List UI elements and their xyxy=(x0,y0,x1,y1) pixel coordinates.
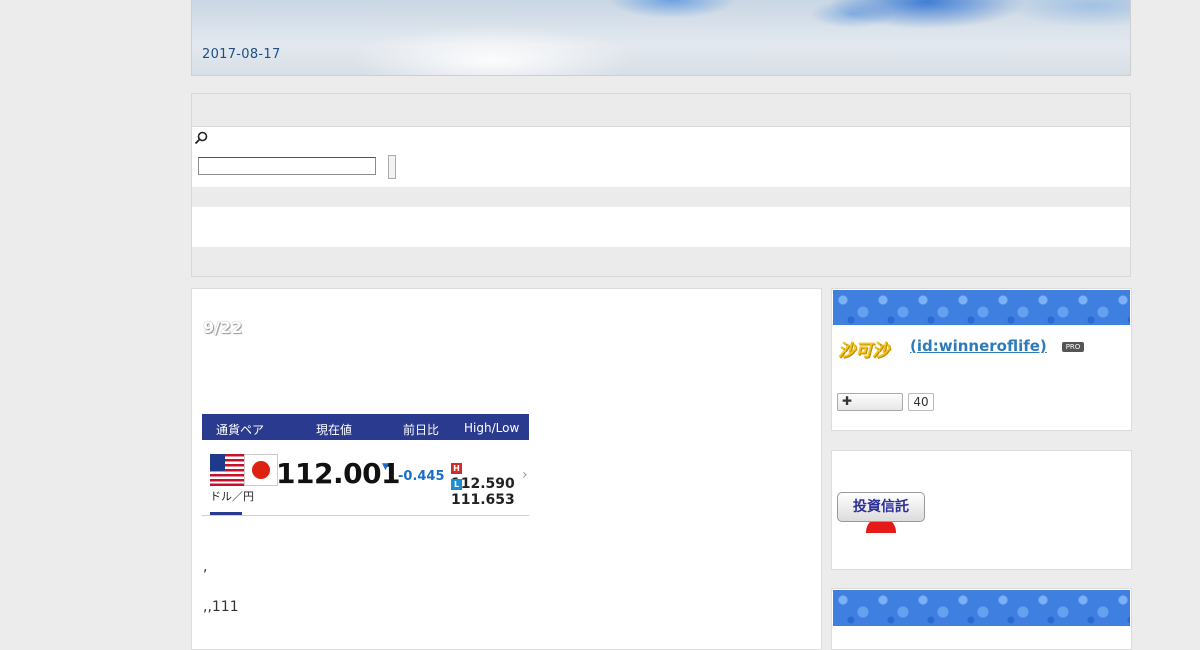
header-divider-band xyxy=(191,93,1131,127)
section-divider-band xyxy=(191,187,1131,207)
fx-header-change: 前日比 xyxy=(403,423,440,437)
fx-pair-label: ドル／円 xyxy=(210,490,254,503)
fx-table-header: 通貨ペア 現在値 前日比 High/Low xyxy=(202,414,529,440)
search-input[interactable] xyxy=(198,157,376,175)
blog-logo-icon[interactable]: 沙可沙 xyxy=(838,336,889,361)
search-submit-button[interactable] xyxy=(388,155,396,179)
fx-low-row: L 111.653 xyxy=(451,476,529,508)
header-date[interactable]: 2017-08-17 xyxy=(202,47,281,62)
section-divider-band-lower xyxy=(191,247,1131,277)
entry-title[interactable]: 9/22 xyxy=(203,318,242,337)
profile-module-banner xyxy=(833,290,1130,325)
profile-module: 沙可沙 (id:winneroflife) PRO 40 xyxy=(831,288,1132,431)
search-icon[interactable] xyxy=(194,131,208,145)
global-nav xyxy=(191,207,1131,247)
down-arrow-icon: ▼ xyxy=(382,462,389,472)
entry-paragraph: ,,111 xyxy=(203,599,239,615)
fx-header-price: 現在値 xyxy=(316,423,353,437)
sidebar-module xyxy=(831,588,1132,650)
low-tag: L xyxy=(451,479,462,490)
profile-user-id-link[interactable]: (id:winneroflife) xyxy=(910,337,1047,355)
high-tag: H xyxy=(451,463,462,474)
us-flag-icon xyxy=(210,454,244,486)
pro-badge: PRO xyxy=(1062,342,1084,352)
search-module xyxy=(191,126,1131,188)
entry-paragraph: , xyxy=(203,559,208,575)
fx-low: 111.653 xyxy=(451,492,515,508)
sidebar-module-banner xyxy=(833,590,1130,626)
header-banner: 2017-08-17 xyxy=(191,0,1131,76)
jp-flag-icon xyxy=(244,454,278,486)
fx-rate-image: 通貨ペア 現在値 前日比 High/Low ドル／円 112.001 ▼ -0.… xyxy=(202,414,529,516)
follow-button[interactable] xyxy=(837,393,903,411)
ad-module: 投資信託 xyxy=(831,450,1132,570)
fx-header-highlow: High/Low xyxy=(464,421,520,435)
chevron-right-icon: › xyxy=(522,467,528,483)
follower-count[interactable]: 40 xyxy=(908,393,934,411)
fx-header-pair: 通貨ペア xyxy=(216,423,265,437)
investment-trust-banner-button[interactable]: 投資信託 xyxy=(837,492,925,522)
fx-change: -0.445 xyxy=(398,469,445,484)
article-entry: 9/22 通貨ペア 現在値 前日比 High/Low ドル／円 112.001 … xyxy=(191,288,822,650)
next-row-indicator xyxy=(210,512,242,515)
